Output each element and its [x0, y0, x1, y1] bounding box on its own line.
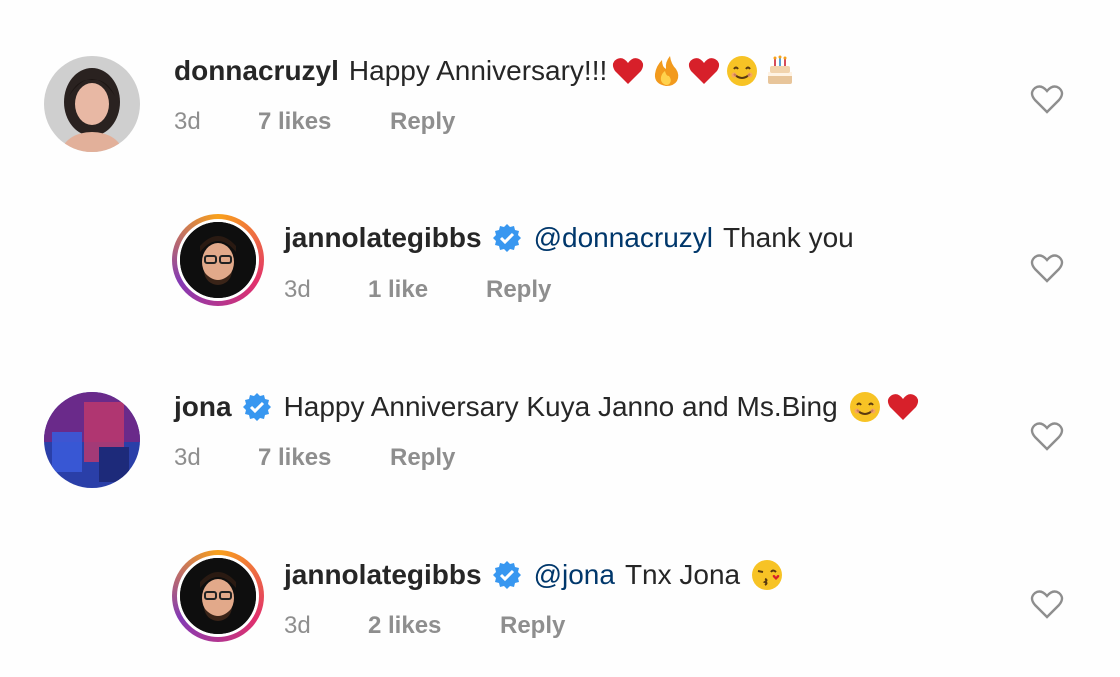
comment-likes[interactable]: 7 likes: [258, 108, 331, 136]
comment-username[interactable]: jannolategibbs: [284, 559, 482, 591]
reply-button[interactable]: Reply: [500, 612, 565, 640]
comment-time: 3d: [174, 108, 201, 135]
red-heart-icon: [689, 58, 720, 84]
comment-time: 3d: [284, 276, 311, 303]
reply-button[interactable]: Reply: [390, 444, 455, 472]
comment-username[interactable]: jona: [174, 391, 232, 423]
verified-badge-icon: [242, 393, 271, 421]
red-heart-icon: [887, 394, 918, 420]
reply-button[interactable]: Reply: [486, 276, 551, 304]
avatar[interactable]: [172, 550, 264, 642]
avatar-photo: [44, 392, 140, 488]
comment-thread: donnacruzyl Happy Anniversary!!! 3d 7 li…: [0, 0, 1120, 677]
comment-text: Happy Anniversary Kuya Janno and Ms.Bing: [283, 391, 838, 422]
fire-icon: [655, 56, 679, 86]
face-blowing-kiss-icon: [752, 560, 783, 590]
smiling-face-icon: [727, 56, 758, 86]
comment-username[interactable]: jannolategibbs: [284, 222, 482, 254]
comment-likes[interactable]: 2 likes: [368, 612, 441, 640]
comment-text: Tnx Jona: [624, 559, 741, 590]
avatar[interactable]: [44, 56, 140, 152]
comment-likes[interactable]: 1 like: [368, 276, 428, 304]
comment-likes[interactable]: 7 likes: [258, 444, 331, 472]
comment-mention[interactable]: @jona: [534, 559, 615, 591]
like-heart-icon[interactable]: [1030, 252, 1064, 284]
red-heart-icon: [613, 58, 644, 84]
avatar[interactable]: [172, 214, 264, 306]
like-heart-icon[interactable]: [1030, 420, 1064, 452]
avatar-photo: [180, 222, 256, 298]
comment-username[interactable]: donnacruzyl: [174, 55, 339, 87]
comment-mention[interactable]: @donnacruzyl: [534, 222, 713, 254]
comment-time: 3d: [174, 444, 201, 471]
comment-text: Thank you: [722, 222, 854, 253]
avatar[interactable]: [44, 392, 140, 488]
comment-text: Happy Anniversary!!!: [348, 55, 608, 86]
like-heart-icon[interactable]: [1030, 83, 1064, 115]
smiling-face-icon: [849, 392, 880, 422]
reply-button[interactable]: Reply: [390, 108, 455, 136]
avatar-photo: [44, 56, 140, 152]
verified-badge-icon: [492, 561, 521, 589]
verified-badge-icon: [492, 224, 521, 252]
avatar-photo: [180, 558, 256, 634]
comment-time: 3d: [284, 612, 311, 639]
birthday-cake-icon: [768, 55, 793, 84]
like-heart-icon[interactable]: [1030, 588, 1064, 620]
